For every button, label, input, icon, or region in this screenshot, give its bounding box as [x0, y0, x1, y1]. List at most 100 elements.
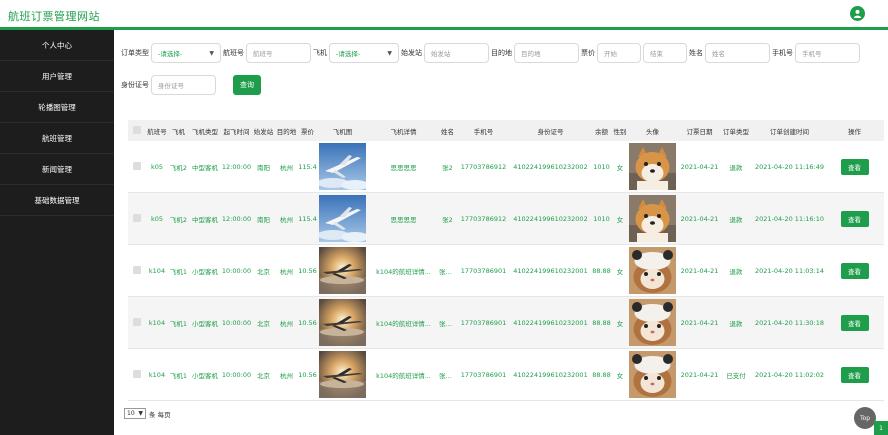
- view-button[interactable]: 查看: [840, 158, 869, 175]
- cat-image: [629, 299, 676, 346]
- sidebar-item-carousel-management[interactable]: 轮播图管理: [0, 92, 114, 123]
- cell-plane: 飞机1: [169, 267, 188, 276]
- flight-no-label: 航班号: [223, 49, 244, 57]
- orders-table: 航班号 飞机 飞机类型 起飞时间 始发站 目的地 票价 飞机图 飞机详情 姓名 …: [128, 120, 884, 401]
- row-checkbox[interactable]: [133, 161, 141, 170]
- plane-image: [317, 351, 368, 398]
- col-header: 订单创建时间: [770, 127, 809, 136]
- row-checkbox[interactable]: [133, 213, 141, 222]
- cell-detail: k104的航班详情...: [376, 319, 431, 328]
- corner-badge[interactable]: 1: [874, 421, 888, 435]
- cell-date: 2021-04-21: [680, 318, 719, 327]
- row-checkbox[interactable]: [133, 369, 141, 378]
- price-end-input[interactable]: 结束: [643, 43, 687, 63]
- cell-depart: 10:00:00: [221, 318, 252, 327]
- table-row: k104 飞机1 小型客机 10:00:00 北京 杭州 10.56 k104的航班详情...…: [128, 349, 884, 401]
- cell-dest: 杭州: [280, 319, 293, 328]
- cell-dest: 杭州: [280, 371, 293, 380]
- cell-name: 张2: [442, 163, 453, 172]
- cell-plane-type: 小型客机: [192, 319, 218, 328]
- sidebar-item-basic-data-management[interactable]: 基础数据管理: [0, 185, 114, 216]
- cell-date: 2021-04-21: [680, 266, 719, 275]
- cell-gender: 女: [616, 319, 624, 328]
- cell-plane: 飞机1: [169, 371, 188, 380]
- chevron-down-icon: ▼: [209, 49, 214, 57]
- sidebar-item-news-management[interactable]: 新闻管理: [0, 154, 114, 185]
- col-header: 票价: [301, 127, 314, 136]
- table-header: 航班号 飞机 飞机类型 起飞时间 始发站 目的地 票价 飞机图 飞机详情 姓名 …: [128, 120, 884, 141]
- table-row: k05 飞机2 中型客机 12:00:00 南阳 杭州 115.4 思思思思 张2 1770378…: [128, 141, 884, 193]
- cell-flight-no: k104: [148, 318, 166, 327]
- cell-depart: 10:00:00: [221, 266, 252, 275]
- cell-balance: 1010: [593, 162, 610, 171]
- cell-detail: k104的航班详情...: [376, 267, 431, 276]
- pagination: 10 ▼ 条 每页: [124, 408, 171, 419]
- cell-price: 115.4: [298, 214, 317, 223]
- cell-created: 2021-04-20 11:16:10: [754, 214, 825, 223]
- cell-price: 10.56: [298, 318, 317, 327]
- cell-plane-type: 中型客机: [192, 215, 218, 224]
- col-header: 飞机类型: [192, 127, 218, 136]
- origin-label: 始发站: [401, 49, 422, 57]
- cell-plane-type: 中型客机: [192, 163, 218, 172]
- cell-plane-type: 小型客机: [192, 267, 218, 276]
- cell-balance: 88.88: [592, 266, 611, 275]
- table-row: k104 飞机1 小型客机 10:00:00 北京 杭州 10.56 k104的航班详情...…: [128, 245, 884, 297]
- cell-balance: 1010: [593, 214, 610, 223]
- col-header: 订单类型: [723, 127, 749, 136]
- table-row: k05 飞机2 中型客机 12:00:00 南阳 杭州 115.4 思思思思 张2 1770378…: [128, 193, 884, 245]
- cell-origin: 北京: [257, 371, 270, 380]
- cell-depart: 12:00:00: [221, 162, 252, 171]
- plane-image: [317, 299, 368, 346]
- id-number-input[interactable]: 身份证号: [151, 75, 216, 95]
- page-size-select[interactable]: 10 ▼: [124, 408, 146, 419]
- sidebar-item-user-management[interactable]: 用户管理: [0, 61, 114, 92]
- cell-phone: 17703786912: [460, 214, 507, 223]
- avatar-image: [627, 195, 678, 242]
- table-row: k104 飞机1 小型客机 10:00:00 北京 杭州 10.56 k104的航班详情...…: [128, 297, 884, 349]
- top-bar: 航班订票管理网站: [0, 0, 888, 30]
- plane-select[interactable]: -请选择- ▼: [329, 43, 399, 63]
- phone-input[interactable]: 手机号: [795, 43, 860, 63]
- main-content: 订单类型 -请选择- ▼ 航班号 航班号 飞机 -请选择- ▼ 始发站 始发站 目的…: [114, 30, 888, 435]
- cell-created: 2021-04-20 11:30:18: [754, 318, 825, 327]
- row-checkbox[interactable]: [133, 317, 141, 326]
- origin-input[interactable]: 始发站: [424, 43, 489, 63]
- sidebar-item-personal-center[interactable]: 个人中心: [0, 30, 114, 61]
- cell-depart: 10:00:00: [221, 370, 252, 379]
- view-button[interactable]: 查看: [840, 366, 869, 383]
- page-size-suffix: 条 每页: [149, 410, 171, 419]
- col-header: 飞机图: [332, 127, 353, 136]
- cell-id-no: 410224199610232001: [513, 370, 588, 379]
- search-button[interactable]: 查询: [233, 75, 261, 95]
- select-all-checkbox[interactable]: [133, 125, 141, 134]
- shiba-image: [629, 143, 676, 190]
- flight-no-input[interactable]: 航班号: [246, 43, 311, 63]
- cell-detail: 思思思思: [390, 163, 417, 172]
- cell-origin: 北京: [257, 319, 270, 328]
- cell-name: 张2: [442, 215, 453, 224]
- name-input[interactable]: 姓名: [705, 43, 770, 63]
- cell-balance: 88.88: [592, 370, 611, 379]
- cell-created: 2021-04-20 11:16:49: [754, 162, 825, 171]
- view-button[interactable]: 查看: [840, 314, 869, 331]
- cell-order-type: 退款: [729, 163, 743, 172]
- back-to-top-button[interactable]: Top: [854, 407, 876, 429]
- cell-order-type: 已支付: [726, 371, 746, 380]
- plane-image: [317, 195, 368, 242]
- destination-input[interactable]: 目的地: [514, 43, 579, 63]
- cell-detail: 思思思思: [390, 215, 417, 224]
- cell-price: 10.56: [298, 266, 317, 275]
- order-type-select[interactable]: -请选择- ▼: [151, 43, 221, 63]
- row-checkbox[interactable]: [133, 265, 141, 274]
- view-button[interactable]: 查看: [840, 262, 869, 279]
- price-start-input[interactable]: 开始: [597, 43, 641, 63]
- user-avatar-icon[interactable]: [850, 6, 865, 21]
- view-button[interactable]: 查看: [840, 210, 869, 227]
- plane-blue-image: [319, 195, 366, 242]
- chevron-down-icon: ▼: [387, 49, 392, 57]
- sidebar-item-flight-management[interactable]: 航班管理: [0, 123, 114, 154]
- plane-sunset-image: [319, 299, 366, 346]
- site-title: 航班订票管理网站: [8, 10, 100, 23]
- cell-gender: 女: [616, 371, 624, 380]
